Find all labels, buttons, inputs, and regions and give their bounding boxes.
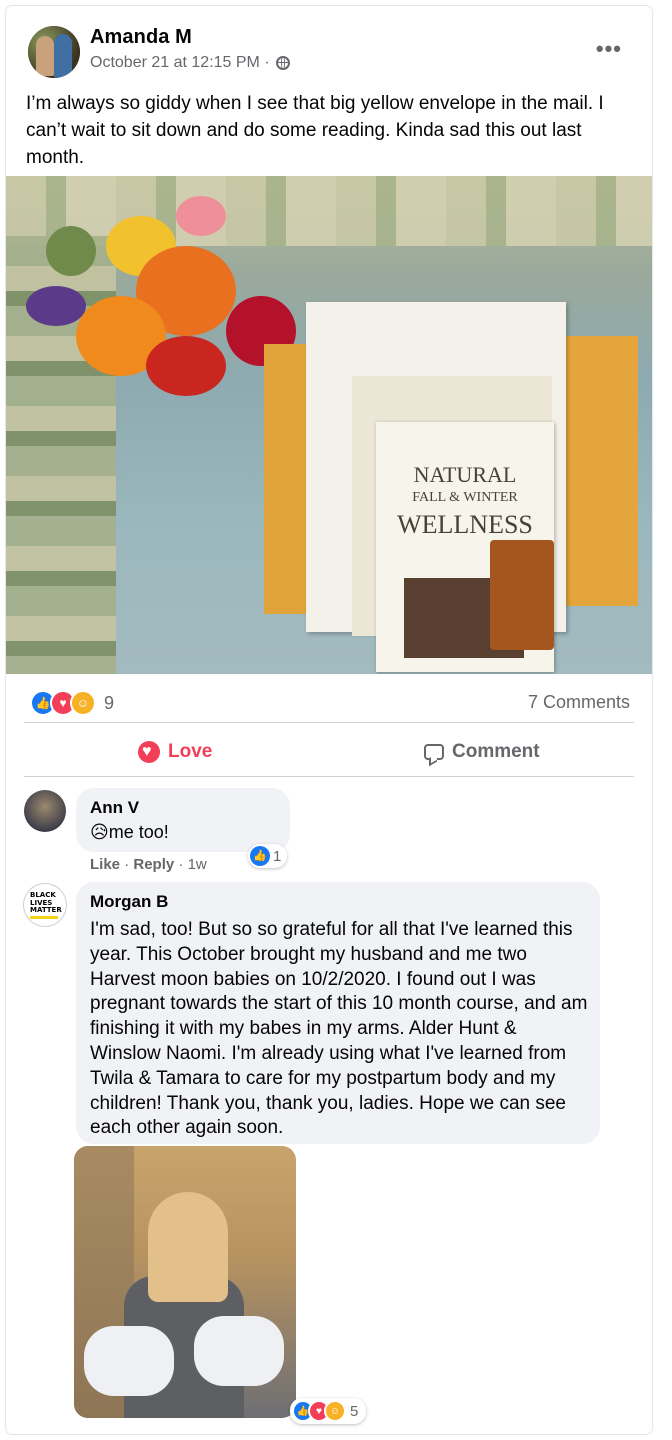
- comment-photo-reaction-badge[interactable]: 👍 ♥ ☺ 5: [290, 1398, 367, 1424]
- care-icon: ☺: [324, 1400, 346, 1422]
- post-photo[interactable]: NATURAL FALL & WINTER WELLNESS: [6, 176, 652, 674]
- comments-count-link[interactable]: 7 Comments: [528, 692, 630, 713]
- avatar-blm-text: BLACK LIVES MATTER: [30, 891, 62, 914]
- divider-top: [24, 722, 634, 723]
- commenter-avatar-ann[interactable]: [24, 790, 66, 832]
- love-button[interactable]: Love: [138, 734, 212, 770]
- pumpkin-packet: [490, 540, 554, 650]
- love-button-label: Love: [168, 741, 213, 762]
- post-timestamp[interactable]: October 21 at 12:15 PM ·: [90, 54, 270, 72]
- yellow-envelope-right: [562, 336, 638, 606]
- reaction-summary[interactable]: 👍 ♥ ☺ 9: [30, 690, 114, 716]
- post-text: I’m always so giddy when I see that big …: [26, 93, 604, 168]
- flower-bouquet: [26, 186, 296, 406]
- comment-button-label: Comment: [452, 741, 540, 762]
- guidebook-title-line3: WELLNESS: [397, 510, 533, 539]
- comment-text: 😥me too!: [90, 822, 169, 842]
- guidebook-title-line1: NATURAL: [413, 462, 517, 487]
- care-icon: ☺: [70, 690, 96, 716]
- commenter-name[interactable]: Ann V: [90, 798, 139, 818]
- comment-bubble: Morgan B I'm sad, too! But so so gratefu…: [76, 882, 600, 1144]
- comment-actions: Like · Reply · 1w: [90, 856, 207, 873]
- privacy-globe-icon: [275, 56, 290, 70]
- comment-reaction-count: 1: [273, 847, 282, 865]
- comment-reaction-badge[interactable]: 👍 1: [248, 844, 288, 868]
- guidebook-title-line2: FALL & WINTER: [412, 490, 518, 505]
- author-avatar[interactable]: [28, 26, 80, 78]
- comment-bubble: Ann V 😥me too!: [76, 788, 290, 852]
- comment-time[interactable]: 1w: [188, 856, 207, 873]
- heart-icon: [138, 741, 160, 763]
- post-card: Amanda M October 21 at 12:15 PM · ••• I’…: [6, 6, 652, 1434]
- post-meta: October 21 at 12:15 PM ·: [90, 54, 290, 72]
- comment-reply-link[interactable]: Reply: [133, 856, 174, 873]
- comment-photo[interactable]: [74, 1146, 296, 1418]
- more-options-button[interactable]: •••: [596, 36, 622, 62]
- divider-bottom: [24, 776, 634, 777]
- author-name[interactable]: Amanda M: [90, 26, 192, 49]
- comment-text: I'm sad, too! But so so grateful for all…: [90, 919, 588, 1139]
- like-icon: 👍: [250, 846, 270, 866]
- comment-bubble-icon: [424, 744, 444, 760]
- commenter-avatar-morgan[interactable]: BLACK LIVES MATTER: [24, 884, 66, 926]
- comment-like-link[interactable]: Like: [90, 856, 120, 873]
- comment-button[interactable]: Comment: [424, 734, 540, 770]
- comment-photo-reaction-count: 5: [350, 1402, 359, 1420]
- commenter-name[interactable]: Morgan B: [90, 892, 168, 912]
- reaction-count: 9: [104, 692, 115, 713]
